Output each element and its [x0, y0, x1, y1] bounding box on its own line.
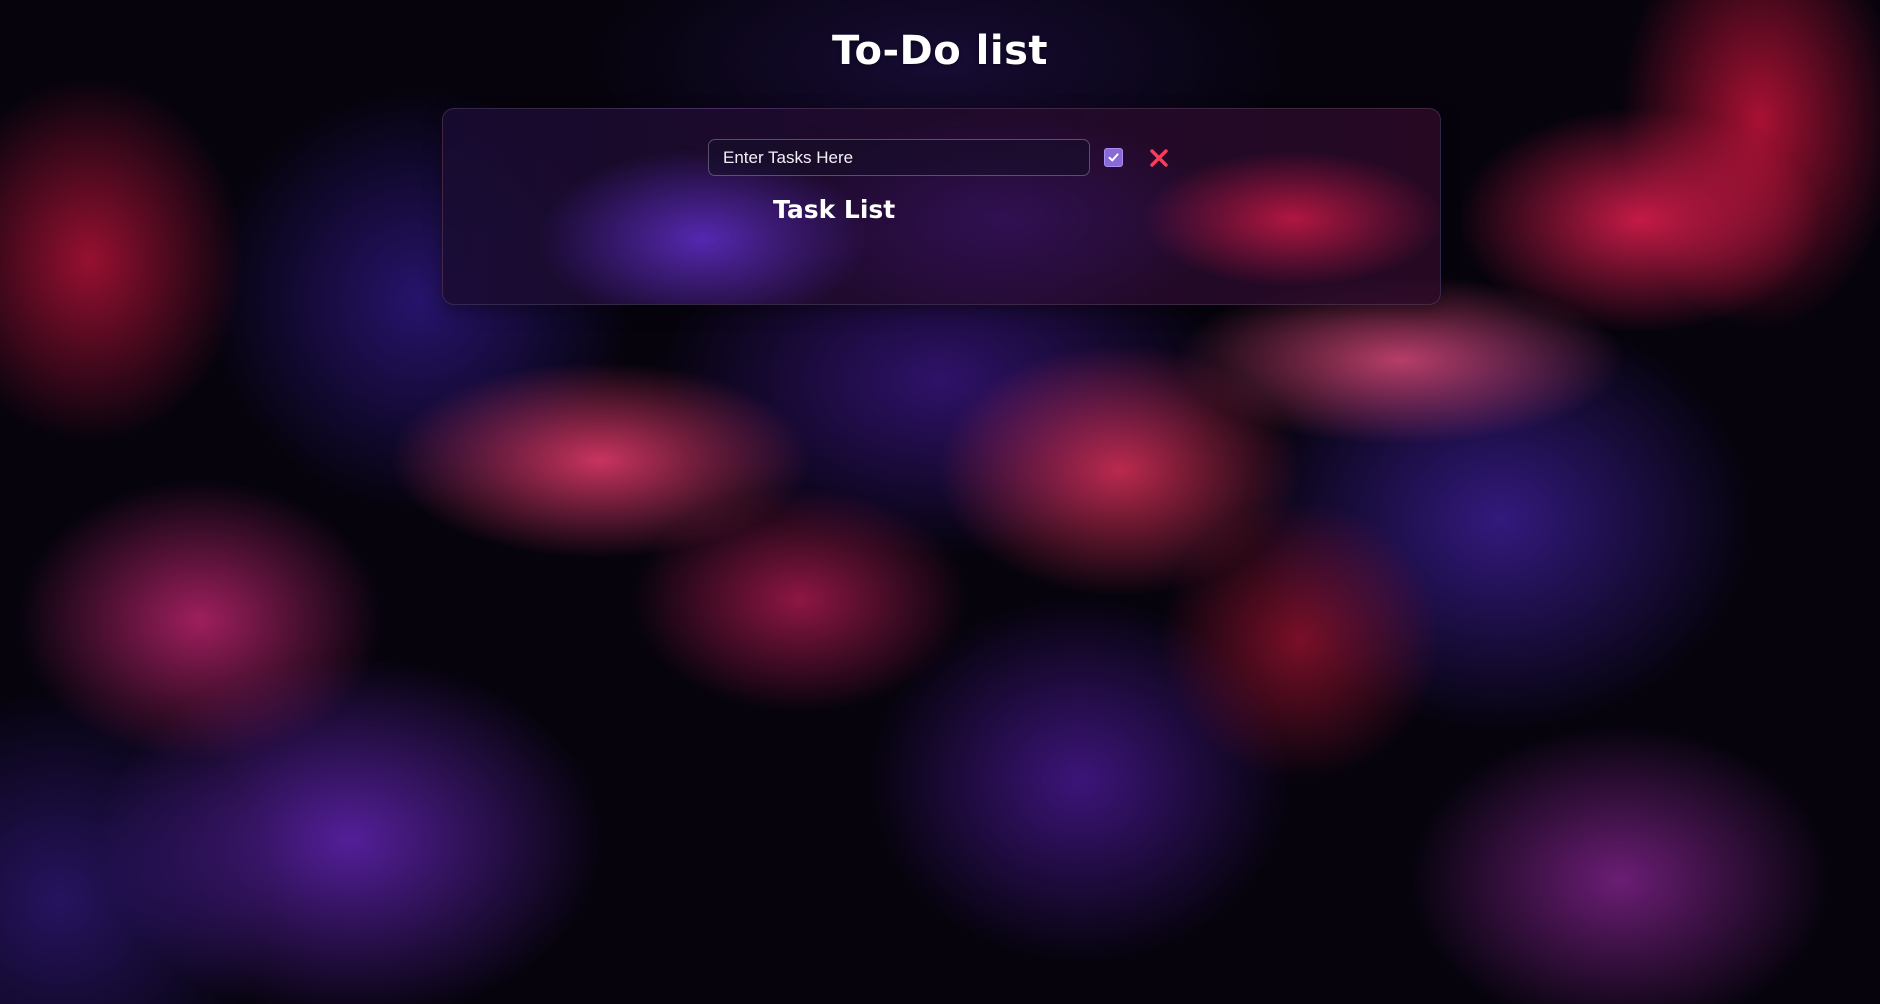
todo-card: Task List: [442, 108, 1441, 305]
page-title: To-Do list: [831, 28, 1048, 74]
task-list-heading: Task List: [773, 195, 896, 224]
task-input-row: [708, 139, 1171, 176]
add-task-button[interactable]: [1104, 148, 1123, 167]
close-x-icon: [1150, 148, 1168, 167]
checkbox-check-icon: [1108, 153, 1119, 162]
task-input[interactable]: [708, 139, 1090, 176]
clear-task-button[interactable]: [1147, 146, 1171, 170]
page: To-Do list Task List: [0, 0, 1880, 1004]
